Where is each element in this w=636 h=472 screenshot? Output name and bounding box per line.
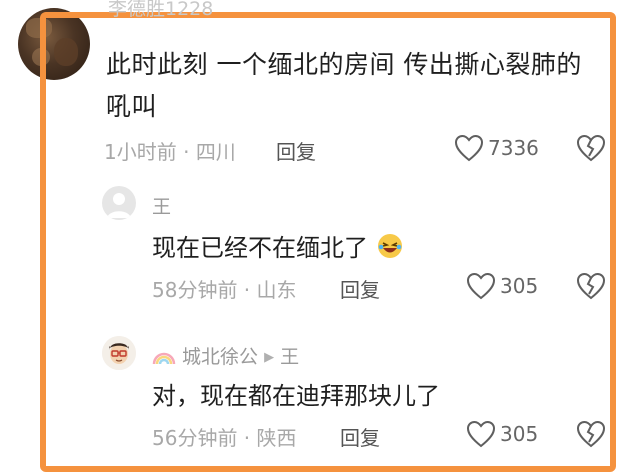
reply-username-row: 城北徐公 ▶ 王 [152,342,299,370]
reply-time: 58分钟前 [152,278,238,302]
avatar-texture [54,38,78,66]
comment-meta: 1小时前 · 四川 [104,140,236,164]
dislike-button[interactable] [576,272,606,304]
heart-outline-icon [466,420,496,448]
dislike-button[interactable] [576,420,606,452]
comment-location: 四川 [195,140,236,164]
reply-button[interactable]: 回复 [276,136,316,165]
default-avatar-icon [107,193,131,218]
like-button[interactable]: 305 [466,420,538,448]
reply-meta: 58分钟前 · 山东 [152,278,297,302]
like-count: 305 [500,422,539,446]
heart-outline-icon [454,134,484,162]
avatar-texture [26,18,52,38]
heart-outline-icon [466,272,496,300]
rainbow-icon [152,348,176,370]
play-arrow-icon: ▶ [264,350,275,365]
broken-heart-icon [576,134,606,162]
comment-time: 1小时前 [104,140,177,164]
broken-heart-icon [576,420,606,448]
avatar[interactable] [102,336,136,370]
laughing-emoji-icon [376,232,404,266]
cartoon-avatar-icon [102,336,136,370]
reply-location: 山东 [256,278,297,302]
comment-text: 此时此刻 一个缅北的房间 传出撕心裂肺的吼叫 [106,50,582,121]
avatar[interactable] [102,186,136,220]
broken-heart-icon [576,272,606,300]
avatar[interactable] [18,8,90,80]
like-count: 7336 [488,136,539,160]
reply-button[interactable]: 回复 [340,422,380,451]
reply-button[interactable]: 回复 [340,274,380,303]
like-button[interactable]: 305 [466,272,538,300]
reply-text-content: 现在已经不在缅北了 [152,234,368,262]
reply-text: 对，现在都在迪拜那块儿了 [152,382,440,410]
reply-text: 现在已经不在缅北了 [152,228,404,266]
dislike-button[interactable] [576,134,606,166]
reply-to-username[interactable]: 王 [280,346,299,368]
reply-location: 陕西 [256,426,297,450]
reply-time: 56分钟前 [152,426,238,450]
like-count: 305 [500,274,539,298]
reply-username[interactable]: 王 [152,192,171,219]
like-button[interactable]: 7336 [454,134,539,162]
reply-username[interactable]: 城北徐公 [182,346,258,368]
avatar-texture [32,48,50,66]
reply-meta: 56分钟前 · 陕西 [152,426,297,450]
comment-username[interactable]: 李德胜1228 [108,0,213,21]
